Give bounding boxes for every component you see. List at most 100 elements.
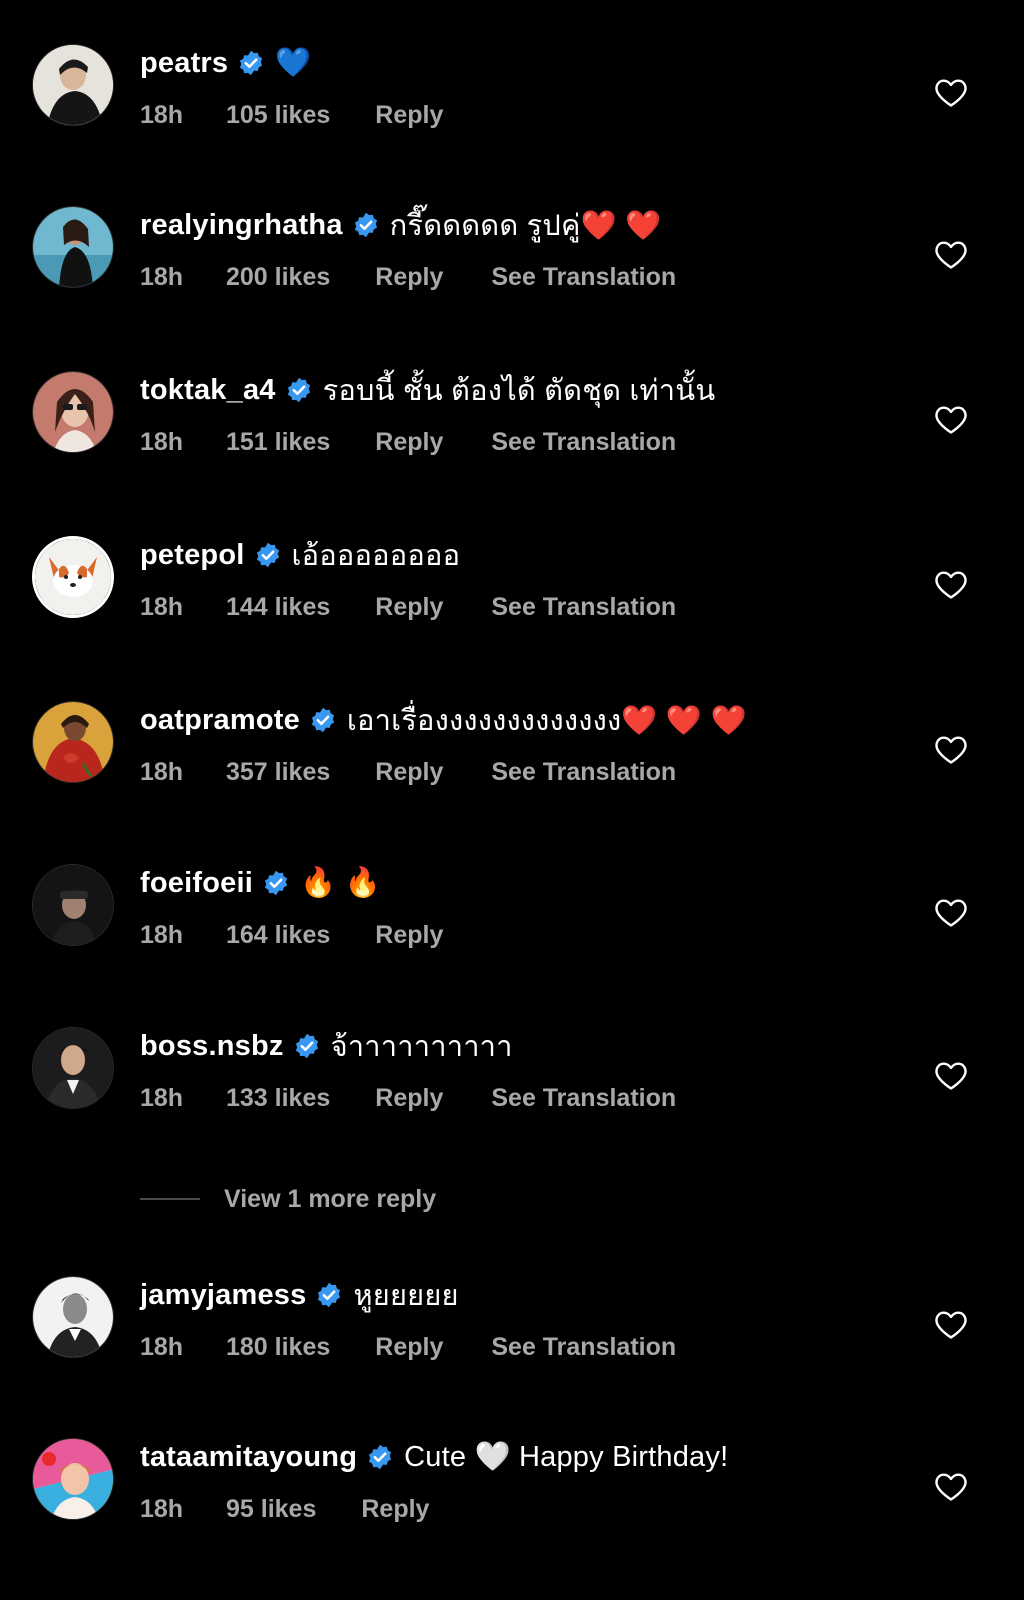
timestamp: 18h bbox=[140, 1494, 184, 1523]
likes-count[interactable]: 357 likes bbox=[226, 758, 330, 787]
comment-line: tataamitayoung Cute 🤍 Happy Birthday! bbox=[140, 1437, 728, 1477]
timestamp: 18h bbox=[140, 592, 184, 621]
comment-item: toktak_a4 รอบนี้ ชั้น ต้องได้ ตัดชุด เท่… bbox=[0, 327, 1024, 467]
comment-line: boss.nsbz จ้าาาาาาาาาา bbox=[140, 1026, 513, 1066]
verified-badge-icon bbox=[237, 49, 265, 77]
reply-button[interactable]: Reply bbox=[375, 758, 443, 787]
comment-meta: 18h 200 likes Reply See Translation bbox=[140, 261, 676, 293]
comment-meta: 18h 151 likes Reply See Translation bbox=[140, 426, 676, 458]
comment-meta: 18h 180 likes Reply See Translation bbox=[140, 1331, 676, 1363]
comment-text: กรี๊ดดดดด รูปคู่❤️ ❤️ bbox=[389, 210, 662, 242]
timestamp: 18h bbox=[140, 1332, 184, 1361]
username-link[interactable]: jamyjamess bbox=[140, 1279, 306, 1312]
comment-line: realyingrhatha กรี๊ดดดดด รูปคู่❤️ ❤️ bbox=[140, 205, 661, 245]
comment-item: peatrs 💙 18h 105 likes Reply bbox=[0, 0, 1024, 140]
reply-button[interactable]: Reply bbox=[375, 428, 443, 457]
heart-outline-icon[interactable] bbox=[934, 1059, 968, 1091]
avatar[interactable] bbox=[32, 536, 114, 618]
likes-count[interactable]: 164 likes bbox=[226, 921, 330, 950]
verified-badge-icon bbox=[366, 1443, 394, 1471]
comment-item: realyingrhatha กรี๊ดดดดด รูปคู่❤️ ❤️ 18h… bbox=[0, 162, 1024, 302]
timestamp: 18h bbox=[140, 757, 184, 786]
avatar[interactable] bbox=[32, 44, 114, 126]
comment-line: petepol เอ้ออออออออ bbox=[140, 535, 460, 575]
view-more-replies-button[interactable]: View 1 more reply bbox=[140, 1182, 436, 1216]
verified-badge-icon bbox=[352, 211, 380, 239]
likes-count[interactable]: 180 likes bbox=[226, 1333, 330, 1362]
comment-text: 💙 bbox=[275, 47, 312, 79]
username-link[interactable]: realyingrhatha bbox=[140, 209, 343, 242]
avatar[interactable] bbox=[32, 864, 114, 946]
view-more-replies-label: View 1 more reply bbox=[224, 1184, 437, 1213]
avatar[interactable] bbox=[32, 1027, 114, 1109]
comment-line: toktak_a4 รอบนี้ ชั้น ต้องได้ ตัดชุด เท่… bbox=[140, 370, 715, 410]
see-translation-button[interactable]: See Translation bbox=[491, 758, 676, 787]
username-link[interactable]: petepol bbox=[140, 539, 245, 572]
reply-button[interactable]: Reply bbox=[375, 921, 443, 950]
avatar[interactable] bbox=[32, 1438, 114, 1520]
reply-button[interactable]: Reply bbox=[375, 1084, 443, 1113]
reply-button[interactable]: Reply bbox=[375, 263, 443, 292]
heart-outline-icon[interactable] bbox=[934, 238, 968, 270]
verified-badge-icon bbox=[315, 1281, 343, 1309]
see-translation-button[interactable]: See Translation bbox=[491, 1333, 676, 1362]
likes-count[interactable]: 133 likes bbox=[226, 1084, 330, 1113]
avatar[interactable] bbox=[32, 1276, 114, 1358]
comment-item: oatpramote เอาเรื่องงงงงงงงงงงงง❤️ ❤️ ❤️… bbox=[0, 657, 1024, 797]
likes-count[interactable]: 200 likes bbox=[226, 263, 330, 292]
username-link[interactable]: boss.nsbz bbox=[140, 1030, 284, 1063]
comment-text: หูยยยยย bbox=[353, 1280, 459, 1312]
username-link[interactable]: toktak_a4 bbox=[140, 374, 276, 407]
comment-meta: 18h 357 likes Reply See Translation bbox=[140, 756, 676, 788]
comment-meta: 18h 133 likes Reply See Translation bbox=[140, 1082, 676, 1114]
comment-item: boss.nsbz จ้าาาาาาาาาา 18h 133 likes Rep… bbox=[0, 983, 1024, 1123]
comment-meta: 18h 95 likes Reply bbox=[140, 1493, 477, 1525]
heart-outline-icon[interactable] bbox=[934, 76, 968, 108]
likes-count[interactable]: 95 likes bbox=[226, 1495, 316, 1524]
comment-text: จ้าาาาาาาาาา bbox=[330, 1031, 513, 1063]
comment-line: peatrs 💙 bbox=[140, 43, 312, 83]
verified-badge-icon bbox=[309, 706, 337, 734]
reply-button[interactable]: Reply bbox=[375, 1333, 443, 1362]
comment-line: jamyjamess หูยยยยย bbox=[140, 1275, 459, 1315]
likes-count[interactable]: 144 likes bbox=[226, 593, 330, 622]
see-translation-button[interactable]: See Translation bbox=[491, 593, 676, 622]
timestamp: 18h bbox=[140, 427, 184, 456]
comment-text: 🔥 🔥 bbox=[299, 867, 381, 899]
heart-outline-icon[interactable] bbox=[934, 568, 968, 600]
timestamp: 18h bbox=[140, 1083, 184, 1112]
username-link[interactable]: foeifoeii bbox=[140, 867, 253, 900]
username-link[interactable]: peatrs bbox=[140, 47, 228, 80]
reply-button[interactable]: Reply bbox=[375, 593, 443, 622]
reply-button[interactable]: Reply bbox=[361, 1495, 429, 1524]
username-link[interactable]: oatpramote bbox=[140, 704, 300, 737]
comment-meta: 18h 144 likes Reply See Translation bbox=[140, 591, 676, 623]
heart-outline-icon[interactable] bbox=[934, 733, 968, 765]
heart-outline-icon[interactable] bbox=[934, 896, 968, 928]
avatar[interactable] bbox=[32, 371, 114, 453]
heart-outline-icon[interactable] bbox=[934, 1308, 968, 1340]
heart-outline-icon[interactable] bbox=[934, 1470, 968, 1502]
comment-text: รอบนี้ ชั้น ต้องได้ ตัดชุด เท่านั้น bbox=[322, 375, 716, 407]
comment-item: foeifoeii 🔥 🔥 18h 164 likes Reply bbox=[0, 820, 1024, 960]
verified-badge-icon bbox=[262, 869, 290, 897]
verified-badge-icon bbox=[293, 1032, 321, 1060]
comment-meta: 18h 105 likes Reply bbox=[140, 99, 491, 131]
heart-outline-icon[interactable] bbox=[934, 403, 968, 435]
verified-badge-icon bbox=[285, 376, 313, 404]
likes-count[interactable]: 151 likes bbox=[226, 428, 330, 457]
likes-count[interactable]: 105 likes bbox=[226, 101, 330, 130]
reply-button[interactable]: Reply bbox=[375, 101, 443, 130]
see-translation-button[interactable]: See Translation bbox=[491, 263, 676, 292]
see-translation-button[interactable]: See Translation bbox=[491, 1084, 676, 1113]
reply-thread-divider bbox=[140, 1198, 200, 1200]
comment-item: jamyjamess หูยยยยย 18h 180 likes Reply S… bbox=[0, 1232, 1024, 1372]
username-link[interactable]: tataamitayoung bbox=[140, 1441, 357, 1474]
avatar[interactable] bbox=[32, 206, 114, 288]
comment-text: Cute 🤍 Happy Birthday! bbox=[404, 1441, 729, 1473]
comment-line: foeifoeii 🔥 🔥 bbox=[140, 863, 381, 903]
see-translation-button[interactable]: See Translation bbox=[491, 428, 676, 457]
avatar[interactable] bbox=[32, 701, 114, 783]
comment-text: เอ้ออออออออ bbox=[291, 540, 461, 572]
timestamp: 18h bbox=[140, 100, 184, 129]
